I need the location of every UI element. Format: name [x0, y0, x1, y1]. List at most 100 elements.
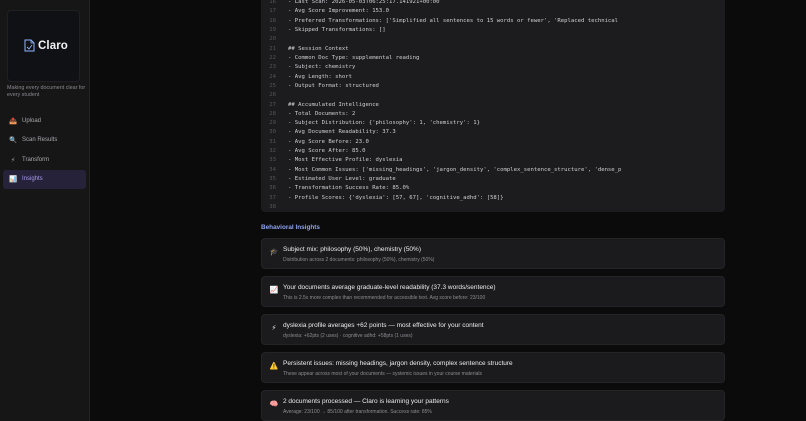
- insight-detail: Average: 23/100 → 85/100 after transform…: [283, 409, 432, 415]
- app-name: Claro: [38, 39, 68, 52]
- line-number: 35: [269, 176, 276, 183]
- line-number: 27: [269, 101, 276, 108]
- insight-title: Subject mix: philosophy (50%), chemistry…: [283, 246, 421, 253]
- code-line: 34 - Most Common Issues: ['missing_headin…: [261, 166, 725, 175]
- line-number: 21: [269, 45, 276, 52]
- line-number: 26: [269, 92, 276, 99]
- lightning-icon: ⚡: [271, 325, 277, 332]
- code-line: 17 - Avg Score Improvement: 153.0: [261, 7, 725, 16]
- line-number: 25: [269, 82, 276, 89]
- line-text: - Most Effective Profile: dyslexia: [288, 157, 403, 164]
- line-text: ## Session Context: [288, 45, 349, 52]
- line-text: - Subject: chemistry: [288, 64, 356, 71]
- code-line: 26: [261, 91, 725, 100]
- line-number: 30: [269, 129, 276, 136]
- line-text: - Avg Score Improvement: 153.0: [288, 8, 390, 15]
- sidebar-item-label: Scan Results: [22, 137, 58, 144]
- line-text: - Skipped Transformations: []: [288, 26, 386, 33]
- line-number: 29: [269, 120, 276, 127]
- code-line: 24 - Avg Length: short: [261, 73, 725, 82]
- line-number: 38: [269, 204, 276, 211]
- code-line: 21 ## Session Context: [261, 45, 725, 54]
- code-line: 32 - Avg Score After: 85.0: [261, 147, 725, 156]
- code-line: 25 - Output Format: structured: [261, 82, 725, 91]
- line-number: 20: [269, 36, 276, 43]
- line-number: 22: [269, 54, 276, 61]
- line-text: - Total Documents: 2: [288, 110, 356, 117]
- code-line: 38: [261, 203, 725, 212]
- insight-card: 🧠 2 documents processed — Claro is learni…: [261, 390, 725, 421]
- brain-icon: 🧠: [269, 401, 279, 408]
- line-number: 18: [269, 17, 276, 24]
- code-line: 28 - Total Documents: 2: [261, 110, 725, 119]
- line-number: 24: [269, 73, 276, 80]
- sidebar-item-label: Upload: [22, 117, 42, 124]
- upload-icon: 📤: [9, 117, 18, 125]
- insight-card: ⚠️ Persistent issues: missing headings, j…: [261, 352, 725, 383]
- line-text: - Last Scan: 2026-05-03T06:25:17.141921+…: [288, 0, 440, 5]
- line-number: 17: [269, 8, 276, 15]
- line-number: 28: [269, 110, 276, 117]
- code-line: 33 - Most Effective Profile: dyslexia: [261, 156, 725, 165]
- magnifier-icon: 🔍: [9, 137, 18, 145]
- sidebar-item-upload[interactable]: 📤 Upload: [3, 111, 86, 130]
- line-text: - Estimated User Level: graduate: [288, 176, 396, 183]
- sidebar-item-label: Insights: [22, 176, 43, 183]
- code-line: 27 ## Accumulated Intelligence: [261, 101, 725, 110]
- insight-detail: This is 2.5x more complex than recommend…: [283, 295, 486, 301]
- line-number: 32: [269, 148, 276, 155]
- insight-title: Persistent issues: missing headings, jar…: [283, 360, 513, 367]
- logo[interactable]: Claro: [24, 39, 68, 52]
- line-text: ## Accumulated Intelligence: [288, 101, 379, 108]
- line-number: 36: [269, 185, 276, 192]
- document-icon: [24, 39, 35, 52]
- insight-title: Your documents average graduate-level re…: [283, 284, 496, 291]
- memory-code-block[interactable]: 16 - Last Scan: 2026-05-03T06:25:17.14192…: [261, 0, 725, 212]
- chart-icon: 📊: [9, 176, 18, 184]
- insight-detail: dyslexia: +62pts (2 uses) · cognitive ad…: [283, 333, 413, 339]
- code-line: 29 - Subject Distribution: {'philosophy':…: [261, 119, 725, 128]
- line-number: 23: [269, 64, 276, 71]
- code-line: 36 - Transformation Success Rate: 85.0%: [261, 184, 725, 193]
- chart-icon: 📈: [269, 287, 279, 294]
- line-number: 31: [269, 138, 276, 145]
- line-text: - Most Common Issues: ['missing_headings…: [288, 166, 622, 173]
- lightning-icon: ⚡: [10, 156, 16, 164]
- line-text: - Avg Length: short: [288, 73, 352, 80]
- sidebar-item-scan-results[interactable]: 🔍 Scan Results: [3, 131, 86, 150]
- line-number: 19: [269, 26, 276, 33]
- line-text: - Output Format: structured: [288, 82, 379, 89]
- code-line: 23 - Subject: chemistry: [261, 63, 725, 72]
- line-number: 16: [269, 0, 276, 5]
- sidebar-nav: 📤 Upload 🔍 Scan Results ⚡ Transform 📊 Insights: [3, 111, 86, 189]
- code-line: 22 - Common Doc Type: supplemental readin…: [261, 54, 725, 63]
- code-line: 31 - Avg Score Before: 23.0: [261, 138, 725, 147]
- line-number: 34: [269, 166, 276, 173]
- line-text: - Avg Score Before: 23.0: [288, 138, 369, 145]
- insight-card: 📈 Your documents average graduate-level r…: [261, 276, 725, 307]
- insight-title: 2 documents processed — Claro is learnin…: [283, 398, 449, 405]
- code-line: 18 - Preferred Transformations: ['Simplif…: [261, 17, 725, 26]
- line-text: - Transformation Success Rate: 85.0%: [288, 185, 410, 192]
- line-text: - Avg Document Readability: 37.3: [288, 129, 396, 136]
- line-number: 37: [269, 194, 276, 201]
- line-number: 33: [269, 157, 276, 164]
- code-line: 35 - Estimated User Level: graduate: [261, 175, 725, 184]
- insight-card: 🎓 Subject mix: philosophy (50%), chemistr…: [261, 238, 725, 269]
- sidebar-item-insights[interactable]: 📊 Insights: [3, 169, 86, 189]
- sidebar: Claro Making every document clear for ev…: [0, 0, 90, 421]
- code-line: 16 - Last Scan: 2026-05-03T06:25:17.14192…: [261, 0, 725, 7]
- code-line: 37 - Profile Scores: {'dyslexia': [57, 67…: [261, 194, 725, 203]
- code-line: 30 - Avg Document Readability: 37.3: [261, 128, 725, 137]
- graduation-cap-icon: 🎓: [269, 249, 279, 256]
- insight-detail: These appear across most of your documen…: [283, 371, 482, 377]
- sidebar-item-transform[interactable]: ⚡ Transform: [3, 150, 86, 169]
- behavioral-insights-heading: Behavioral Insights: [261, 224, 320, 231]
- line-text: - Preferred Transformations: ['Simplifie…: [288, 17, 619, 24]
- app-tagline: Making every document clear for every st…: [7, 85, 86, 99]
- logo-panel: Claro: [7, 10, 80, 82]
- insight-detail: Distribution across 2 documents: philoso…: [283, 257, 435, 263]
- line-text: - Avg Score After: 85.0: [288, 148, 366, 155]
- sidebar-item-label: Transform: [22, 156, 50, 163]
- line-text: - Profile Scores: {'dyslexia': [57, 67],…: [288, 194, 504, 201]
